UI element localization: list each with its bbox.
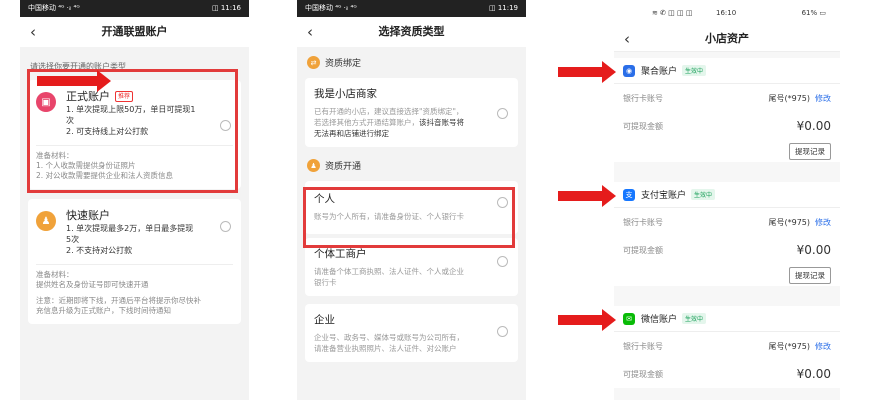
section-title-open: 资质开通: [325, 162, 362, 172]
fast-rule-line: 2. 不支持对公打款: [66, 246, 133, 255]
back-arrow-icon[interactable]: ‹: [307, 17, 313, 47]
enterprise-option[interactable]: 企业 企业号、政务号、媒体号或账号为公司所有， 请准备营业执照照片、法人证件、对…: [305, 304, 518, 362]
fast-radio[interactable]: [220, 221, 231, 232]
back-arrow-icon[interactable]: ‹: [624, 26, 630, 52]
withdrawable-amount: ¥0.00: [796, 119, 831, 133]
fast-rule-line: 5次: [66, 235, 80, 244]
section-title-bind: 资质绑定: [325, 59, 362, 69]
shop-merchant-radio[interactable]: [497, 108, 508, 119]
aggregate-icon: ◉: [623, 64, 635, 77]
notice-line: 注意：近期即将下线，开通后平台将提示你尽快补: [36, 296, 201, 305]
edit-link[interactable]: 修改: [815, 218, 831, 227]
open-section-icon: ♟: [307, 159, 320, 172]
option-desc: 请准备个体工商执照、法人证件、个人或企业: [314, 267, 464, 276]
alipay-icon: 支: [623, 188, 635, 201]
option-desc-emphasis: 该抖音账号将: [419, 118, 464, 127]
status-badge: 生效中: [691, 189, 716, 200]
enterprise-radio[interactable]: [497, 326, 508, 337]
bank-card-label: 银行卡账号: [623, 341, 663, 351]
withdrawable-label: 可提现金额: [623, 369, 663, 379]
account-name: 微信账户: [641, 315, 678, 325]
option-desc-emphasis: 无法再和店铺进行绑定: [314, 129, 389, 138]
option-desc: 若选择其他方式开通结算账户，: [314, 118, 419, 127]
nav-bar: ‹ 开通联盟账户: [20, 17, 249, 47]
prep-item: 提供姓名及身份证号即可快速开通: [36, 280, 149, 289]
annotation-arrow-icon: [558, 61, 616, 83]
wechat-icon: ✉: [623, 312, 635, 325]
option-desc: 已有开通的小店，建议直接选择"资质绑定"，: [314, 107, 464, 116]
alipay-account-section: 支 支付宝账户 生效中 银行卡账号 尾号(*975) 修改 可提现金额 ¥0.00…: [614, 182, 840, 286]
withdraw-record-button[interactable]: 提现记录: [789, 266, 831, 284]
annotation-arrow-icon: [558, 309, 616, 331]
prep-label: 准备材料：: [36, 270, 74, 279]
account-name: 聚合账户: [641, 67, 678, 77]
wechat-account-section: ✉ 微信账户 生效中 银行卡账号 尾号(*975) 修改 可提现金额 ¥0.00: [614, 306, 840, 388]
withdraw-record-button[interactable]: 提现记录: [789, 142, 831, 160]
fast-rule-line: 1. 单次提现最多2万，单日最多提现: [66, 224, 194, 233]
page-title: 选择资质类型: [378, 25, 445, 38]
annotation-arrow-icon: [37, 70, 111, 92]
option-title: 企业: [314, 314, 335, 326]
back-arrow-icon[interactable]: ‹: [30, 17, 36, 47]
withdrawable-amount: ¥0.00: [796, 367, 831, 381]
annotation-arrow-icon: [558, 185, 616, 207]
phone-shop-assets: ≋ ✆ ◫ ◫ ◫ 16:10 61% ▭ ‹ 小店资产 ◉ 聚合账户 生效中 …: [614, 0, 840, 400]
individual-radio[interactable]: [497, 256, 508, 267]
nav-bar: ‹ 小店资产: [614, 26, 840, 52]
highlight-box-formal-account: [27, 69, 238, 193]
page-title: 开通联盟账户: [101, 25, 168, 38]
withdrawable-label: 可提现金额: [623, 121, 663, 131]
status-bar: 中国移动 ⁴ᴳ ⋅ᵢₗ ⁴ᴳ ◫ 11:16: [20, 0, 249, 17]
page-title: 小店资产: [705, 32, 749, 45]
bind-section-icon: ⇄: [307, 56, 320, 69]
option-desc: 银行卡: [314, 278, 337, 287]
fast-account-title: 快速账户: [66, 209, 110, 222]
account-name: 支付宝账户: [641, 191, 687, 201]
phone-open-alliance-account: 中国移动 ⁴ᴳ ⋅ᵢₗ ⁴ᴳ ◫ 11:16 ‹ 开通联盟账户 请选择你要开通的…: [20, 0, 249, 400]
status-badge: 生效中: [682, 313, 707, 324]
option-desc: 请准备营业执照照片、法人证件、对公账户: [314, 344, 457, 353]
card-suffix: 尾号(*975): [768, 93, 810, 103]
option-desc: 企业号、政务号、媒体号或账号为公司所有，: [314, 333, 464, 342]
bank-card-label: 银行卡账号: [623, 93, 663, 103]
option-title: 个体工商户: [314, 248, 367, 260]
card-suffix: 尾号(*975): [768, 217, 810, 227]
highlight-box-personal: [303, 187, 515, 248]
shop-merchant-option[interactable]: 我是小店商家 已有开通的小店，建议直接选择"资质绑定"， 若选择其他方式开通结算…: [305, 78, 518, 147]
fast-account-option[interactable]: ♟ 快速账户 1. 单次提现最多2万，单日最多提现 5次 2. 不支持对公打款 …: [28, 199, 241, 324]
withdrawable-label: 可提现金额: [623, 245, 663, 255]
status-bar: 中国移动 ⁴ᴳ ⋅ᵢₗ ⁴ᴳ ◫ 11:19: [297, 0, 526, 17]
withdrawable-amount: ¥0.00: [796, 243, 831, 257]
fast-account-icon: ♟: [36, 211, 56, 231]
notice-line: 充信息升级为正式账户，下线时间待通知: [36, 306, 171, 315]
edit-link[interactable]: 修改: [815, 342, 831, 351]
nav-bar: ‹ 选择资质类型: [297, 17, 526, 47]
bank-card-label: 银行卡账号: [623, 217, 663, 227]
status-badge: 生效中: [682, 65, 707, 76]
option-title: 我是小店商家: [314, 88, 377, 100]
aggregate-account-section: ◉ 聚合账户 生效中 银行卡账号 尾号(*975) 修改 可提现金额 ¥0.00 …: [614, 58, 840, 162]
status-bar: ≋ ✆ ◫ ◫ ◫ 16:10 61% ▭: [614, 0, 840, 26]
card-suffix: 尾号(*975): [768, 341, 810, 351]
edit-link[interactable]: 修改: [815, 94, 831, 103]
